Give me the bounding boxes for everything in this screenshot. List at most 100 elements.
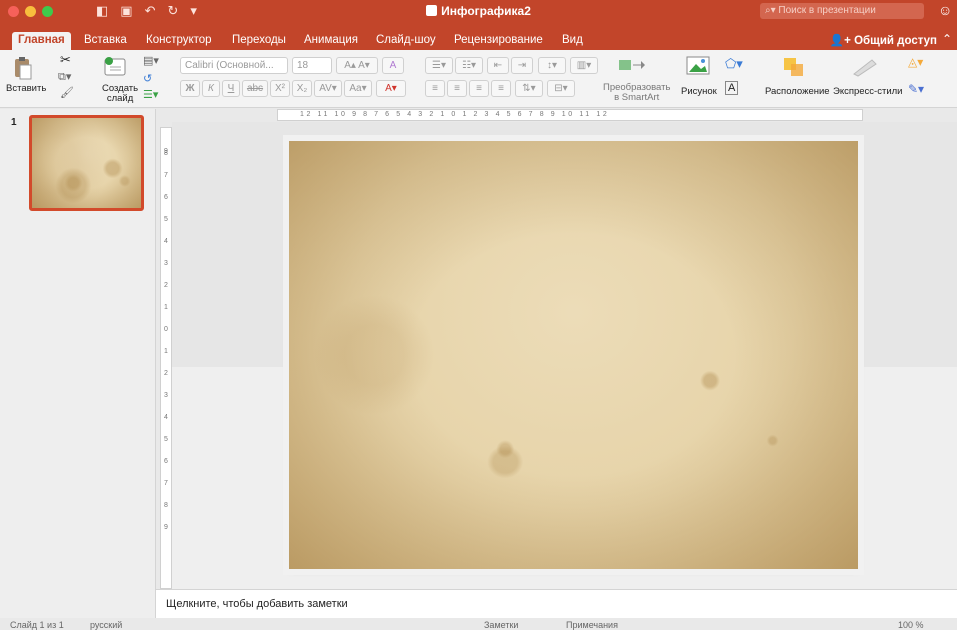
picture-button[interactable]: Рисунок: [681, 87, 717, 97]
shape-fill-icon[interactable]: ◬▾: [908, 55, 923, 69]
vertical-ruler-tick-label: 1: [164, 348, 168, 355]
vertical-ruler-tick-label: 9: [164, 524, 168, 531]
collapse-ribbon-icon[interactable]: ⌃: [942, 32, 952, 46]
vertical-ruler[interactable]: 9876543210123456789: [160, 127, 172, 589]
cut-icon[interactable]: ✂: [60, 52, 71, 68]
copy-icon[interactable]: ⧉▾: [58, 70, 71, 84]
tab-slideshow[interactable]: Слайд-шоу: [370, 32, 442, 50]
slide-canvas[interactable]: [289, 141, 858, 569]
increase-indent-button[interactable]: ⇥: [511, 57, 533, 74]
tab-home[interactable]: Главная: [12, 32, 71, 50]
thumbnail-paper-image: [32, 118, 141, 208]
font-color-button[interactable]: A▾: [376, 80, 406, 97]
section-icon[interactable]: ☰▾: [143, 88, 158, 101]
zoom-window-button[interactable]: [42, 6, 53, 17]
search-icon: ⌕▾: [765, 5, 776, 16]
align-left-button[interactable]: ≡: [425, 80, 445, 97]
layout-icon[interactable]: ▤▾: [143, 54, 159, 67]
vertical-ruler-tick-label: 7: [164, 480, 168, 487]
underline-button[interactable]: Ч: [222, 80, 240, 97]
title-bar: ◧ ▣ ↶ ↻ ▾ Инфографика2 ⌕▾ Поиск в презен…: [0, 0, 957, 22]
line-spacing-button[interactable]: ↕▾: [538, 57, 566, 74]
arrange-button[interactable]: Расположение: [765, 87, 830, 97]
columns-button[interactable]: ▥▾: [570, 57, 598, 74]
arrange-icon[interactable]: [782, 56, 808, 81]
decrease-indent-button[interactable]: ⇤: [487, 57, 509, 74]
tab-review[interactable]: Рецензирование: [448, 32, 549, 50]
vertical-ruler-tick-label: 1: [164, 304, 168, 311]
strikethrough-button[interactable]: abc: [242, 80, 268, 97]
font-name-select[interactable]: Calibri (Основной...: [180, 57, 288, 74]
superscript-button[interactable]: X²: [270, 80, 290, 97]
vertical-ruler-tick-label: 3: [164, 392, 168, 399]
vertical-ruler-tick-label: 4: [164, 414, 168, 421]
char-spacing-button[interactable]: AV▾: [314, 80, 342, 97]
slide-thumbnail[interactable]: [29, 115, 144, 211]
smartart-icon[interactable]: [617, 56, 647, 77]
convert-smartart-button[interactable]: Преобразовать в SmartArt: [603, 83, 670, 103]
tab-design[interactable]: Конструктор: [140, 32, 218, 50]
tab-view[interactable]: Вид: [556, 32, 589, 50]
slide-thumbnails-pane: 1: [0, 109, 156, 618]
vertical-ruler-tick-label: 3: [164, 260, 168, 267]
new-slide-button[interactable]: Создать слайд: [102, 84, 138, 104]
slide-info: Слайд 1 из 1: [10, 620, 64, 630]
notes-toggle-button[interactable]: Заметки: [484, 620, 518, 630]
italic-button[interactable]: К: [202, 80, 220, 97]
reset-icon[interactable]: ↺: [143, 72, 152, 85]
justify-button[interactable]: ≡: [491, 80, 511, 97]
vertical-ruler-labels: 9876543210123456789: [161, 128, 171, 546]
picture-icon[interactable]: [686, 56, 714, 79]
numbering-button[interactable]: ☷▾: [455, 57, 483, 74]
horizontal-ruler[interactable]: 12 11 10 9 8 7 6 5 4 3 2 1 0 1 2 3 4 5 6…: [277, 109, 863, 121]
paste-button[interactable]: Вставить: [6, 84, 46, 94]
textbox-icon[interactable]: A: [725, 81, 739, 95]
minimize-window-button[interactable]: [25, 6, 36, 17]
text-direction-button[interactable]: ⇅▾: [515, 80, 543, 97]
clear-formatting-button[interactable]: A: [382, 57, 404, 74]
tab-transitions[interactable]: Переходы: [226, 32, 292, 50]
quick-styles-icon[interactable]: [850, 56, 880, 81]
vertical-ruler-tick-label: 5: [164, 436, 168, 443]
notes-pane[interactable]: Щелкните, чтобы добавить заметки: [156, 589, 957, 618]
paste-icon[interactable]: [12, 56, 34, 82]
vertical-ruler-tick-label: 4: [164, 238, 168, 245]
change-case-button[interactable]: Aa▾: [344, 80, 372, 97]
zoom-level[interactable]: 100 %: [898, 620, 924, 630]
increase-font-button[interactable]: A▴ A▾: [336, 57, 378, 74]
close-window-button[interactable]: [8, 6, 19, 17]
format-painter-icon[interactable]: 🖌: [60, 86, 74, 99]
vertical-ruler-tick-label: 7: [164, 172, 168, 179]
sidebar-toggle-icon[interactable]: ◧: [96, 3, 108, 19]
save-icon[interactable]: ▣: [120, 3, 132, 19]
search-input[interactable]: ⌕▾ Поиск в презентации: [760, 3, 924, 19]
new-slide-icon[interactable]: [103, 56, 129, 81]
vertical-ruler-tick-label: 6: [164, 458, 168, 465]
bold-button[interactable]: Ж: [180, 80, 200, 97]
align-center-button[interactable]: ≡: [447, 80, 467, 97]
shape-outline-icon[interactable]: ✎▾: [908, 82, 924, 96]
vertical-ruler-tick-label: 2: [164, 282, 168, 289]
comments-toggle-button[interactable]: Примечания: [566, 620, 618, 630]
align-text-button[interactable]: ⊟▾: [547, 80, 575, 97]
tab-insert[interactable]: Вставка: [78, 32, 133, 50]
notes-placeholder: Щелкните, чтобы добавить заметки: [166, 598, 348, 610]
font-size-select[interactable]: 18: [292, 57, 332, 74]
align-right-button[interactable]: ≡: [469, 80, 489, 97]
vertical-ruler-tick-label: 5: [164, 216, 168, 223]
subscript-button[interactable]: X₂: [292, 80, 312, 97]
tab-animations[interactable]: Анимация: [298, 32, 364, 50]
quick-styles-button[interactable]: Экспресс-стили: [833, 87, 902, 97]
feedback-smiley-icon[interactable]: ☺: [938, 2, 952, 18]
ribbon-tabs: Главная Вставка Конструктор Переходы Ани…: [0, 22, 957, 50]
slide-editing-area: [172, 122, 957, 617]
redo-icon[interactable]: ↻: [168, 3, 179, 19]
bullets-button[interactable]: ☰▾: [425, 57, 453, 74]
customize-toolbar-icon[interactable]: ▾: [190, 3, 197, 19]
window-controls: [8, 6, 53, 17]
document-icon: [426, 5, 438, 16]
shapes-icon[interactable]: ⬠▾: [725, 56, 743, 72]
share-button[interactable]: 👤+ Общий доступ: [830, 33, 937, 47]
undo-icon[interactable]: ↶: [145, 3, 156, 19]
status-bar: Слайд 1 из 1 русский Заметки Примечания …: [0, 618, 957, 630]
